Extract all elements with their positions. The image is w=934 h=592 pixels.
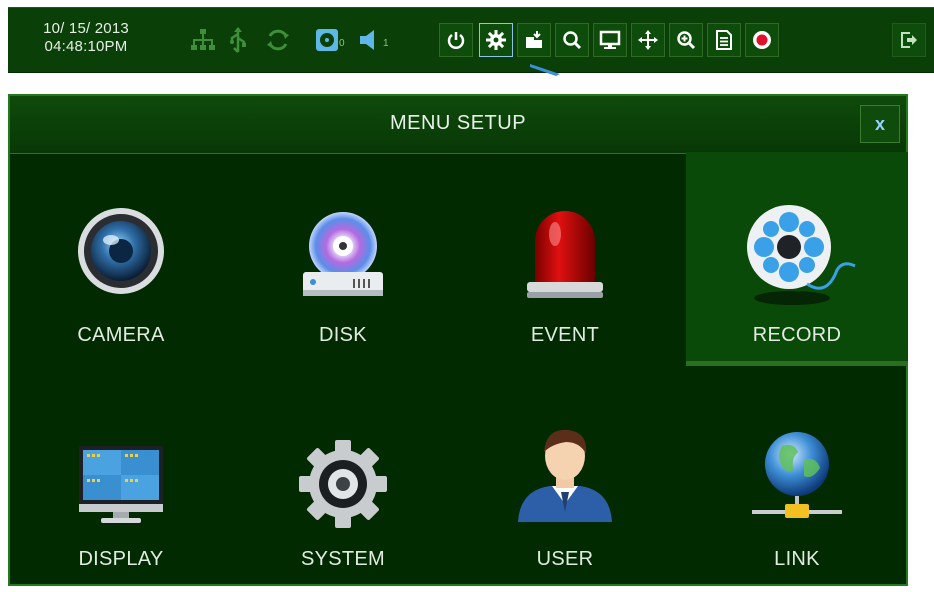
clock: 10/ 15/ 2013 04:48:10PM bbox=[36, 20, 136, 56]
setup-button[interactable] bbox=[479, 23, 513, 57]
speaker-icon bbox=[360, 30, 374, 50]
menu-setup-dialog: MENU SETUP x CAMERA DISK EVENT RECORD DI… bbox=[8, 94, 908, 586]
backup-icon bbox=[526, 31, 542, 48]
display-monitor-icon bbox=[79, 446, 163, 523]
active-pointer bbox=[530, 64, 560, 76]
record-icon bbox=[753, 31, 771, 49]
alarm-light-icon bbox=[527, 211, 603, 298]
menu-item-label: EVENT bbox=[530, 324, 600, 346]
menu-item-user[interactable]: USER bbox=[454, 378, 676, 592]
menu-item-label: SYSTEM bbox=[300, 548, 386, 570]
disk-icon bbox=[303, 212, 383, 296]
search-icon bbox=[563, 31, 582, 50]
log-icon bbox=[716, 30, 732, 50]
menu-item-system[interactable]: SYSTEM bbox=[232, 378, 454, 592]
menu-item-disk[interactable]: DISK bbox=[232, 152, 454, 366]
refresh-icon bbox=[267, 29, 289, 51]
logout-icon bbox=[901, 32, 917, 48]
power-button[interactable] bbox=[439, 23, 473, 57]
audio-count: 1 bbox=[383, 38, 389, 49]
close-button[interactable]: x bbox=[860, 105, 900, 143]
top-toolbar: 10/ 15/ 2013 04:48:10PM 0 1 bbox=[8, 7, 934, 76]
search-button[interactable] bbox=[555, 23, 589, 57]
user-icon bbox=[518, 429, 612, 522]
record-button[interactable] bbox=[745, 23, 779, 57]
menu-item-label: CAMERA bbox=[77, 324, 165, 346]
ptz-button[interactable] bbox=[631, 23, 665, 57]
menu-item-event[interactable]: EVENT bbox=[454, 152, 676, 366]
zoom-button[interactable] bbox=[669, 23, 703, 57]
camera-lens-icon bbox=[78, 208, 164, 294]
usb-icon bbox=[230, 27, 246, 53]
gear-icon bbox=[486, 30, 506, 50]
film-reel-icon bbox=[747, 205, 856, 305]
menu-item-label: RECORD bbox=[752, 324, 842, 346]
menu-item-camera[interactable]: CAMERA bbox=[10, 152, 232, 366]
menu-item-label: DISK bbox=[319, 324, 367, 346]
zoom-icon bbox=[677, 31, 696, 50]
display-button[interactable] bbox=[593, 23, 627, 57]
dialog-titlebar: MENU SETUP x bbox=[10, 96, 906, 154]
menu-item-record[interactable]: RECORD bbox=[686, 152, 908, 366]
move-icon bbox=[638, 30, 658, 50]
disk-count: 0 bbox=[339, 38, 345, 49]
network-icon bbox=[191, 29, 215, 50]
menu-item-display[interactable]: DISPLAY bbox=[10, 378, 232, 592]
menu-item-label: USER bbox=[536, 548, 594, 570]
network-globe-icon bbox=[752, 432, 842, 518]
monitor-icon bbox=[599, 30, 621, 49]
log-button[interactable] bbox=[707, 23, 741, 57]
menu-item-label: DISPLAY bbox=[78, 548, 164, 570]
backup-button[interactable] bbox=[517, 23, 551, 57]
date-text: 10/ 15/ 2013 bbox=[43, 20, 129, 37]
system-gear-icon bbox=[299, 440, 387, 528]
power-icon bbox=[447, 32, 465, 49]
dialog-title: MENU SETUP bbox=[389, 112, 527, 134]
time-text: 04:48:10PM bbox=[44, 38, 128, 55]
logout-button[interactable] bbox=[892, 23, 926, 57]
menu-item-link[interactable]: LINK bbox=[686, 378, 908, 592]
menu-item-label: LINK bbox=[774, 548, 820, 570]
